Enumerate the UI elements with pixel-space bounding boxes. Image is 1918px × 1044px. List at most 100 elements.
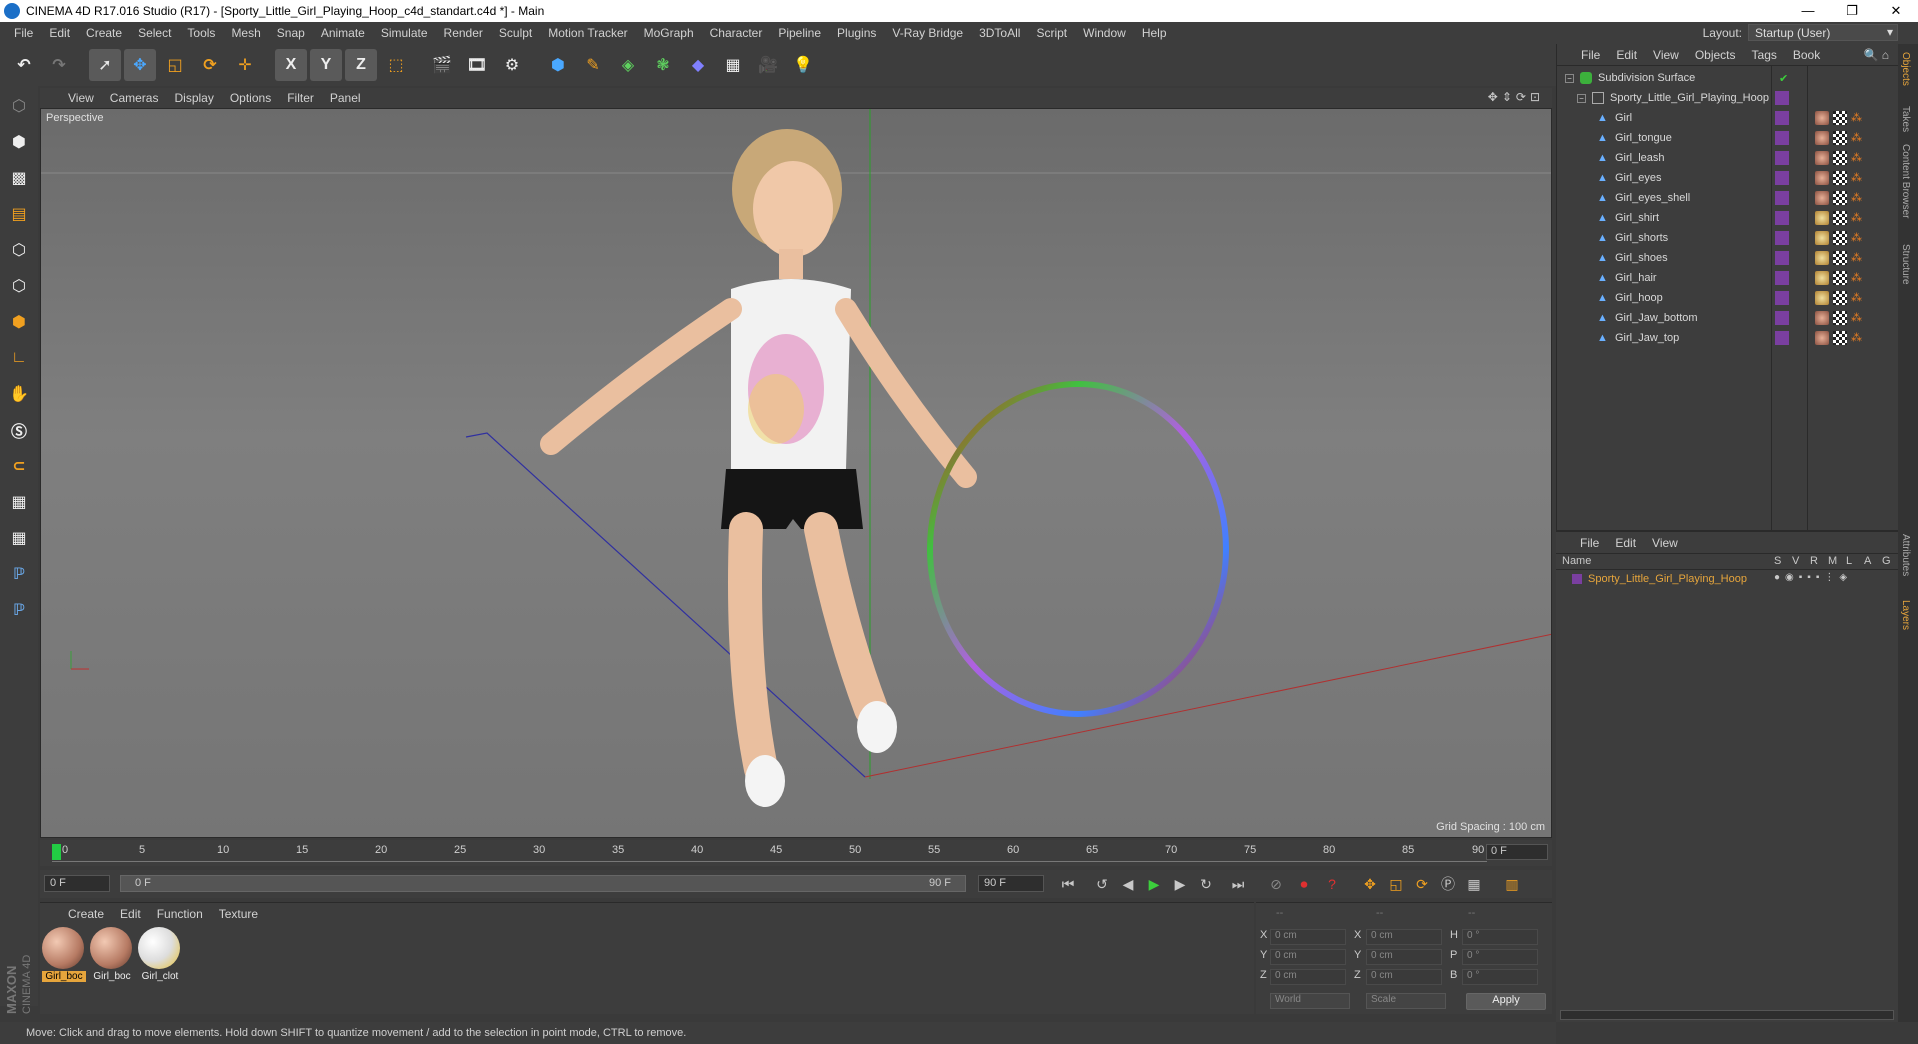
layer-color-icon[interactable] — [1775, 311, 1789, 325]
phong-tag-icon[interactable]: ⁂ — [1851, 271, 1865, 285]
tree-row-object[interactable]: ▲ Girl_hair ⁂ — [1557, 268, 1897, 288]
tweak-mode-icon[interactable]: ✋ — [3, 378, 35, 410]
layer-color-icon[interactable] — [1775, 111, 1789, 125]
menu-vray-bridge[interactable]: V-Ray Bridge — [884, 26, 971, 40]
subdivision-surface-icon[interactable]: ◈ — [612, 49, 644, 81]
axis-mode-icon[interactable]: ∟ — [3, 342, 35, 374]
phong-tag-icon[interactable]: ⁂ — [1851, 131, 1865, 145]
camera-icon[interactable]: 🎥 — [752, 49, 784, 81]
menu-mograph[interactable]: MoGraph — [636, 26, 702, 40]
collapse-icon[interactable]: − — [1577, 93, 1586, 103]
magnet-icon[interactable]: ⊂ — [3, 450, 35, 482]
layer-color-icon[interactable] — [1775, 271, 1789, 285]
play-icon[interactable]: ▶ — [1142, 872, 1166, 896]
uvw-tag-icon[interactable] — [1833, 131, 1847, 145]
mat-menu-create[interactable]: Create — [60, 907, 112, 921]
3d-viewport[interactable]: Perspective Grid Spacing : 100 cm — [40, 108, 1552, 838]
uvw-tag-icon[interactable] — [1833, 171, 1847, 185]
y-axis-lock-button[interactable]: Y — [310, 49, 342, 81]
phong-tag-icon[interactable]: ⁂ — [1851, 211, 1865, 225]
texture-mode-icon[interactable]: ▩ — [3, 162, 35, 194]
layer-col-m[interactable]: M — [1828, 555, 1837, 567]
grid-snap-icon[interactable]: ▦ — [3, 522, 35, 554]
mat-menu-texture[interactable]: Texture — [211, 907, 266, 921]
material-tag-icon[interactable] — [1815, 191, 1829, 205]
next-key-icon[interactable]: ↻ — [1194, 872, 1218, 896]
rot-b-field[interactable]: 0 ° — [1462, 969, 1538, 985]
menu-sculpt[interactable]: Sculpt — [491, 26, 540, 40]
layer-col-r[interactable]: R — [1810, 555, 1818, 567]
material-tag-icon[interactable] — [1815, 311, 1829, 325]
key-parameter-icon[interactable]: Ⓟ — [1436, 872, 1460, 896]
mat-menu-edit[interactable]: Edit — [112, 907, 149, 921]
layer-color-icon[interactable] — [1775, 331, 1789, 345]
coord-space-dropdown[interactable]: World — [1270, 993, 1350, 1009]
floor-icon[interactable]: ▦ — [717, 49, 749, 81]
phong-tag-icon[interactable]: ⁂ — [1851, 171, 1865, 185]
material-tag-icon[interactable] — [1815, 271, 1829, 285]
size-z-field[interactable]: 0 cm — [1366, 969, 1442, 985]
material-tag-icon[interactable] — [1815, 131, 1829, 145]
tree-row-object[interactable]: ▲ Girl_Jaw_bottom ⁂ — [1557, 308, 1897, 328]
layer-menu-view[interactable]: View — [1644, 536, 1686, 550]
tree-row-object[interactable]: ▲ Girl_shirt ⁂ — [1557, 208, 1897, 228]
redo-icon[interactable]: ↷ — [43, 49, 75, 81]
timeline-ruler[interactable]: 0 5 10 15 20 25 30 35 40 45 50 55 60 65 … — [52, 844, 1487, 862]
light-icon[interactable]: 💡 — [787, 49, 819, 81]
transform-tool-icon[interactable]: ✛ — [229, 49, 261, 81]
maximize-button[interactable]: ❐ — [1830, 3, 1874, 19]
keyframe-selection-icon[interactable]: ? — [1320, 872, 1344, 896]
material-swatch[interactable]: Girl_boc — [90, 927, 134, 982]
rot-h-field[interactable]: 0 ° — [1462, 929, 1538, 945]
material-tag-icon[interactable] — [1815, 211, 1829, 225]
polygons-mode-icon[interactable]: ⬢ — [3, 306, 35, 338]
obj-menu-edit[interactable]: Edit — [1608, 48, 1645, 62]
tree-row-group[interactable]: − Sporty_Little_Girl_Playing_Hoop — [1557, 88, 1897, 108]
vp-menu-display[interactable]: Display — [166, 91, 221, 105]
uvw-tag-icon[interactable] — [1833, 231, 1847, 245]
close-button[interactable]: ✕ — [1874, 3, 1918, 19]
obj-menu-book[interactable]: Book — [1785, 48, 1828, 62]
key-position-icon[interactable]: ✥ — [1358, 872, 1382, 896]
pos-y-field[interactable]: 0 cm — [1270, 949, 1346, 965]
uvw-tag-icon[interactable] — [1833, 211, 1847, 225]
tab-content-browser[interactable]: Content Browser — [1900, 144, 1911, 218]
menu-motion-tracker[interactable]: Motion Tracker — [540, 26, 635, 40]
obj-menu-tags[interactable]: Tags — [1744, 48, 1785, 62]
phong-tag-icon[interactable]: ⁂ — [1851, 151, 1865, 165]
move-tool-icon[interactable]: ✥ — [124, 49, 156, 81]
edges-mode-icon[interactable]: ⬡ — [3, 270, 35, 302]
spline-pen-icon[interactable]: ✎ — [577, 49, 609, 81]
menu-plugins[interactable]: Plugins — [829, 26, 884, 40]
size-y-field[interactable]: 0 cm — [1366, 949, 1442, 965]
menu-animate[interactable]: Animate — [313, 26, 373, 40]
menu-render[interactable]: Render — [436, 26, 491, 40]
layer-flags-icons[interactable]: ●◉▪▪▪⋮◈ — [1774, 572, 1852, 583]
cube-primitive-icon[interactable]: ⬢ — [542, 49, 574, 81]
material-swatch[interactable]: Girl_boc — [42, 927, 86, 982]
record-keys-icon[interactable]: ⊘ — [1264, 872, 1288, 896]
tree-row-object[interactable]: ▲ Girl_eyes_shell ⁂ — [1557, 188, 1897, 208]
obj-menu-objects[interactable]: Objects — [1687, 48, 1744, 62]
scale-tool-icon[interactable]: ◱ — [159, 49, 191, 81]
menu-character[interactable]: Character — [702, 26, 771, 40]
playhead[interactable] — [52, 844, 61, 860]
layout-dropdown[interactable]: Startup (User) — [1748, 24, 1898, 41]
apply-button[interactable]: Apply — [1466, 993, 1546, 1010]
python-script-icon[interactable]: ℙ — [3, 594, 35, 626]
obj-search-icons[interactable]: 🔍⌂ — [1864, 48, 1892, 62]
x-axis-lock-button[interactable]: X — [275, 49, 307, 81]
end-frame-field[interactable]: 90 F — [978, 875, 1044, 892]
z-axis-lock-button[interactable]: Z — [345, 49, 377, 81]
minimize-button[interactable]: — — [1786, 3, 1830, 19]
tree-row-object[interactable]: ▲ Girl_Jaw_top ⁂ — [1557, 328, 1897, 348]
obj-menu-view[interactable]: View — [1645, 48, 1687, 62]
uvw-tag-icon[interactable] — [1833, 111, 1847, 125]
tree-row-object[interactable]: ▲ Girl ⁂ — [1557, 108, 1897, 128]
tab-layers[interactable]: Layers — [1900, 600, 1911, 630]
uvw-tag-icon[interactable] — [1833, 191, 1847, 205]
key-pla-icon[interactable]: ▦ — [1462, 872, 1486, 896]
material-tag-icon[interactable] — [1815, 331, 1829, 345]
tab-objects[interactable]: Objects — [1900, 52, 1911, 86]
collapse-icon[interactable]: − — [1565, 73, 1574, 83]
